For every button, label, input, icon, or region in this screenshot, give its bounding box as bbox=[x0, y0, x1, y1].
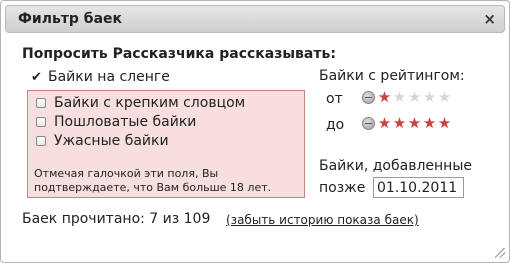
risque-label: Пошловатые байки bbox=[54, 114, 197, 130]
rating-title: Байки с рейтингом: bbox=[319, 68, 465, 84]
date-prefix: позже bbox=[319, 180, 366, 196]
forget-history-link[interactable]: (забыть историю показа баек) bbox=[226, 213, 419, 227]
star-icon[interactable]: ★ bbox=[437, 90, 452, 105]
filter-heading: Попросить Рассказчика рассказывать: bbox=[22, 46, 336, 62]
star-icon[interactable]: ★ bbox=[377, 90, 392, 105]
resize-grip-icon[interactable] bbox=[495, 248, 505, 258]
star-icon[interactable]: ★ bbox=[437, 116, 452, 131]
rating-from-stars[interactable]: ★ ★ ★ ★ ★ bbox=[362, 90, 452, 105]
date-label: Байки, добавленные bbox=[319, 158, 472, 174]
strong-language-checkbox[interactable] bbox=[36, 98, 46, 108]
dialog-titlebar[interactable]: Фильтр баек × bbox=[5, 5, 505, 33]
star-icon[interactable]: ★ bbox=[422, 116, 437, 131]
dialog-title: Фильтр баек bbox=[18, 11, 123, 27]
date-input[interactable] bbox=[373, 177, 464, 198]
close-icon[interactable]: × bbox=[483, 10, 496, 28]
strong-language-label: Байки с крепким словцом bbox=[54, 95, 246, 111]
age-confirmation-note: Отмечая галочкой эти поля, Вы подтвержда… bbox=[34, 167, 272, 194]
rating-from-label: от bbox=[326, 91, 343, 107]
minus-circle-icon[interactable] bbox=[362, 117, 375, 130]
strong-language-checkbox-row[interactable]: Байки с крепким словцом bbox=[36, 95, 245, 111]
checkmark-icon[interactable]: ✔ bbox=[31, 70, 43, 85]
star-icon[interactable]: ★ bbox=[392, 90, 407, 105]
horror-checkbox[interactable] bbox=[36, 136, 46, 146]
star-icon[interactable]: ★ bbox=[407, 90, 422, 105]
star-icon[interactable]: ★ bbox=[422, 90, 437, 105]
star-icon[interactable]: ★ bbox=[377, 116, 392, 131]
adult-content-box: Байки с крепким словцом Пошловатые байки… bbox=[27, 90, 305, 198]
minus-circle-icon[interactable] bbox=[362, 91, 375, 104]
slang-checkbox-row[interactable]: ✔ Байки на сленге bbox=[31, 69, 170, 85]
read-counter: Баек прочитано: 7 из 109 bbox=[22, 211, 211, 227]
rating-to-label: до bbox=[326, 117, 345, 133]
story-filter-dialog: Фильтр баек × Попросить Рассказчика расс… bbox=[0, 0, 510, 263]
horror-checkbox-row[interactable]: Ужасные байки bbox=[36, 133, 169, 149]
rating-to-stars[interactable]: ★ ★ ★ ★ ★ bbox=[362, 116, 452, 131]
horror-label: Ужасные байки bbox=[54, 133, 169, 149]
risque-checkbox-row[interactable]: Пошловатые байки bbox=[36, 114, 196, 130]
star-icon[interactable]: ★ bbox=[392, 116, 407, 131]
slang-checkbox-label: Байки на сленге bbox=[48, 69, 170, 85]
risque-checkbox[interactable] bbox=[36, 117, 46, 127]
star-icon[interactable]: ★ bbox=[407, 116, 422, 131]
